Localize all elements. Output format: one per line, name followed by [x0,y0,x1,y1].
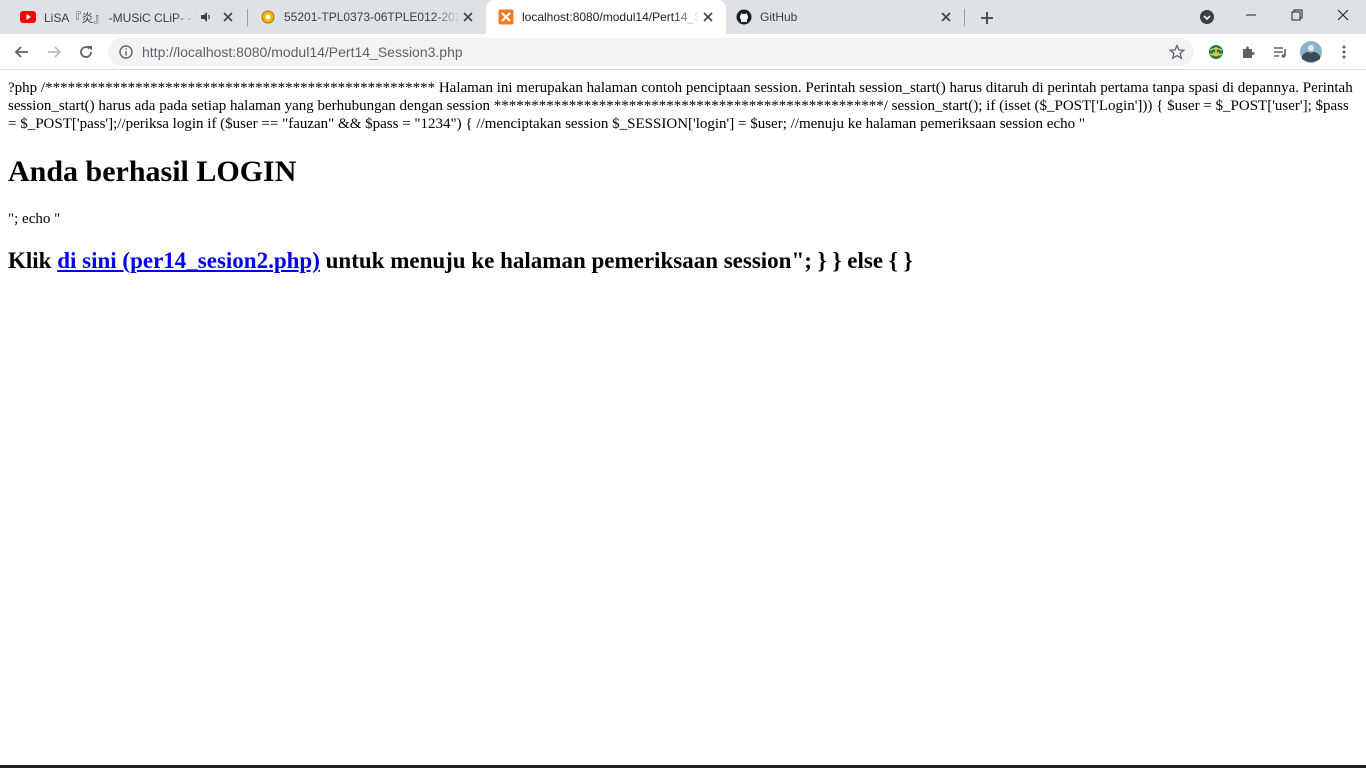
address-bar[interactable]: http://localhost:8080/modul14/Pert14_Ses… [108,38,1194,66]
bookmark-star-icon[interactable] [1168,43,1186,61]
globe-download-icon [1209,45,1223,59]
youtube-icon [20,9,36,25]
restore-button[interactable] [1274,0,1320,30]
new-tab-button[interactable] [976,7,998,29]
close-icon [1337,9,1349,21]
xampp-icon [498,9,514,25]
tab-strip: LiSA『炎』 -MUSiC CLiP- - YouTube 55201-TPL… [0,0,1366,34]
github-icon [736,9,752,25]
minimize-button[interactable] [1228,0,1274,30]
link-prefix: Klik [8,248,58,273]
reload-icon [80,46,92,58]
plus-icon [981,12,993,24]
kebab-menu-icon [1342,45,1346,59]
info-icon[interactable] [118,44,134,60]
close-icon[interactable] [220,9,236,25]
tab-separator [964,9,965,26]
close-icon[interactable] [938,9,954,25]
tab-youtube[interactable]: LiSA『炎』 -MUSiC CLiP- - YouTube [2,0,246,34]
arrow-left-icon [14,46,28,58]
url-text[interactable]: http://localhost:8080/modul14/Pert14_Ses… [142,44,463,60]
page-content: ?php /**********************************… [0,71,1366,765]
close-icon[interactable] [460,9,476,25]
tab-title: GitHub [760,10,798,24]
php-source-text: ?php /**********************************… [8,80,1353,132]
playlist-icon [1274,47,1286,58]
link-suffix: untuk menuju ke halaman pemeriksaan sess… [319,248,913,273]
tab-search-button[interactable] [1197,7,1217,27]
media-control-button[interactable] [1266,38,1294,66]
close-icon[interactable] [700,9,716,25]
tab-github[interactable]: GitHub [726,0,964,34]
extension-download-button[interactable] [1202,38,1230,66]
avatar-icon [1300,41,1322,63]
menu-button[interactable] [1330,38,1358,66]
profile-avatar-button[interactable] [1297,38,1325,66]
browser-toolbar: http://localhost:8080/modul14/Pert14_Ses… [0,34,1366,70]
tab-localhost[interactable]: localhost:8080/modul14/Pert14_Session3.p… [486,0,726,34]
tab-title: 55201-TPL0373-06TPLE012-2020 [284,10,460,24]
forward-button[interactable] [40,38,68,66]
chevron-down-icon [1200,10,1214,24]
tab-moodle[interactable]: 55201-TPL0373-06TPLE012-2020 [242,0,486,34]
extensions-button[interactable] [1234,38,1262,66]
back-button[interactable] [8,38,36,66]
reload-button[interactable] [72,38,100,66]
restore-icon [1291,9,1303,21]
tab-title: localhost:8080/modul14/Pert14_Session3.p… [522,10,700,24]
page-heading: Anda berhasil LOGIN [8,155,297,188]
puzzle-icon [1243,46,1255,58]
speaker-icon[interactable] [198,9,214,25]
echo-text: "; echo " [8,211,61,227]
session-check-link[interactable]: di sini (per14_sesion2.php) [57,248,320,273]
minimize-icon [1246,14,1256,16]
moodle-icon [260,9,276,25]
tab-title: LiSA『炎』 -MUSiC CLiP- - YouTube [44,10,198,25]
close-window-button[interactable] [1320,0,1366,30]
link-line: Klik di sini (per14_sesion2.php) untuk m… [8,247,1358,275]
arrow-right-icon [48,46,62,58]
